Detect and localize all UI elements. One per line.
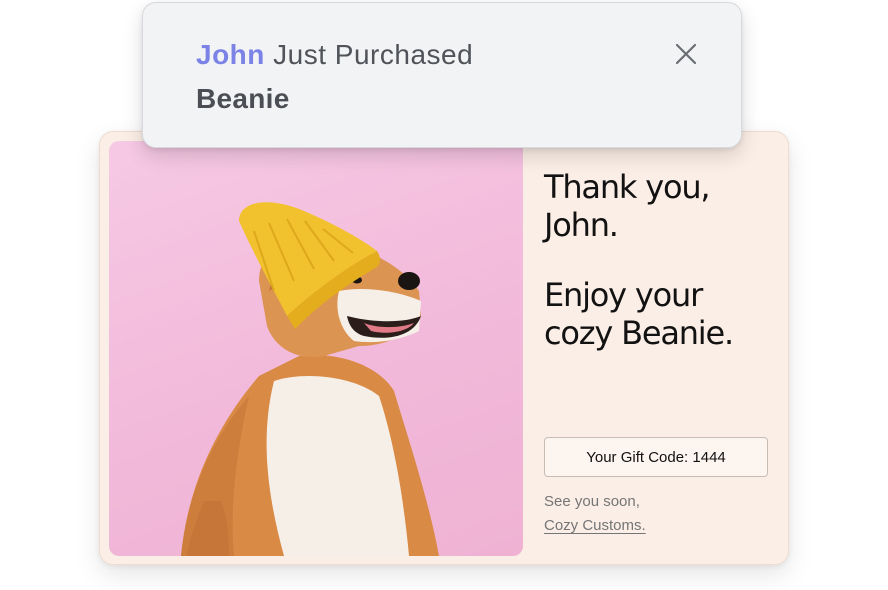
dog-in-beanie-image	[181, 202, 439, 556]
purchase-notification: John Just Purchased Beanie	[142, 2, 742, 148]
notification-headline: John Just Purchased	[196, 39, 473, 71]
enjoy-line-2: cozy Beanie.	[544, 314, 734, 352]
thank-you-message: Thank you, John. Enjoy your cozy Beanie.	[544, 168, 784, 352]
thanks-line-2: John.	[544, 206, 619, 244]
dog-photo	[109, 141, 523, 556]
close-button[interactable]	[673, 41, 699, 67]
thanks-line-1: Thank you,	[544, 168, 711, 206]
store-link[interactable]: Cozy Customs.	[544, 514, 646, 538]
gift-code-button[interactable]: Your Gift Code: 1444	[544, 437, 768, 477]
product-name: Beanie	[196, 83, 290, 114]
close-icon[interactable]	[673, 41, 699, 67]
action-text: Just Purchased	[264, 39, 474, 70]
signoff: See you soon, Cozy Customs.	[544, 490, 646, 538]
enjoy-line-1: Enjoy your	[544, 276, 703, 314]
customer-name: John	[196, 39, 265, 70]
signoff-text: See you soon,	[544, 493, 640, 510]
thank-you-card: Thank you, John. Enjoy your cozy Beanie.…	[99, 131, 789, 565]
